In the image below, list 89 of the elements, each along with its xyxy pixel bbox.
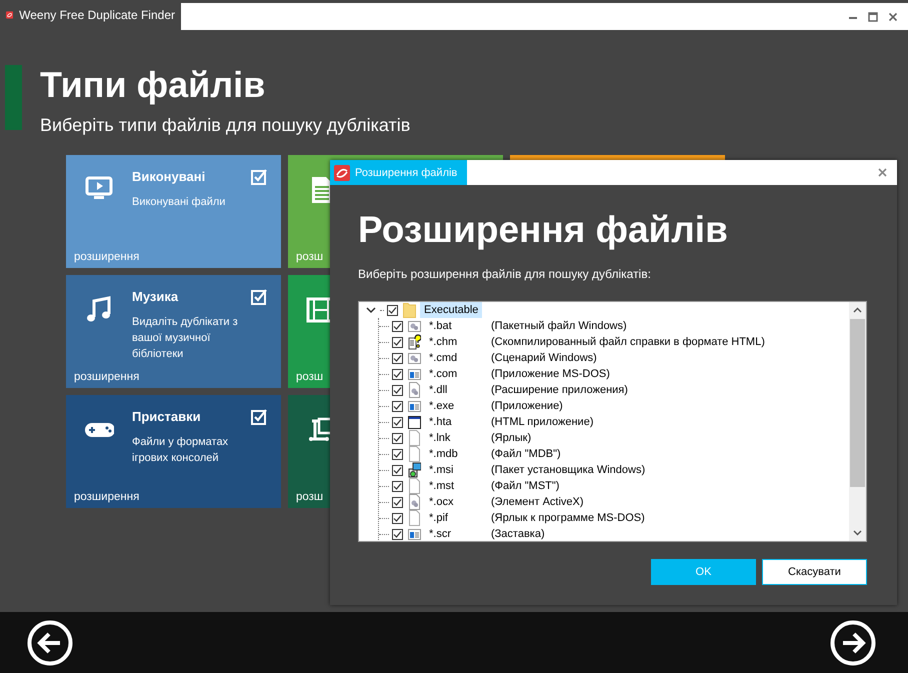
tile-title: Приставки bbox=[132, 409, 201, 424]
file-description: (Расширение приложения) bbox=[491, 384, 628, 396]
file-extension[interactable]: *.mst bbox=[429, 480, 491, 492]
tile-description: Файли у форматах ігрових консолей bbox=[132, 435, 230, 466]
cancel-button[interactable]: Скасувати bbox=[762, 559, 867, 585]
scroll-up-icon[interactable] bbox=[853, 306, 862, 315]
app-icon bbox=[334, 164, 350, 180]
checkbox[interactable] bbox=[392, 512, 403, 524]
dialog-instruction: Виберіть розширення файлів для пошуку дублікатів: bbox=[358, 267, 652, 281]
file-extension[interactable]: *.chm bbox=[429, 336, 491, 348]
dialog-heading: Розширення файлів bbox=[358, 209, 729, 251]
checkbox[interactable] bbox=[392, 320, 403, 332]
file-description: (Приложение MS-DOS) bbox=[491, 368, 610, 380]
help-file-icon bbox=[408, 334, 421, 350]
next-button[interactable] bbox=[830, 620, 876, 666]
checkbox[interactable] bbox=[387, 304, 398, 316]
category-tile[interactable]: Приставки Файли у форматах ігрових консолей розширення bbox=[66, 395, 281, 508]
file-extension[interactable]: *.lnk bbox=[429, 432, 491, 444]
extensions-link[interactable]: розш bbox=[288, 371, 324, 388]
folder-icon bbox=[403, 302, 416, 318]
checkbox[interactable] bbox=[392, 416, 403, 428]
file-extension[interactable]: *.hta bbox=[429, 416, 491, 428]
extensions-link[interactable]: розширення bbox=[66, 371, 140, 388]
file-extension[interactable]: *.cmd bbox=[429, 352, 491, 364]
gears-file-icon bbox=[408, 350, 421, 366]
file-extension[interactable]: *.msi bbox=[429, 464, 491, 476]
file-description: (Файл "MDB") bbox=[491, 448, 561, 460]
dialog-title: Розширення файлів bbox=[355, 166, 458, 178]
file-extension[interactable]: *.scr bbox=[429, 528, 491, 540]
category-tile[interactable]: Музика Видаліть дублікати з вашої музичної бібліотеки розширення bbox=[66, 275, 281, 388]
category-tile[interactable] bbox=[510, 155, 725, 160]
file-extension[interactable]: *.bat bbox=[429, 320, 491, 332]
checkbox[interactable] bbox=[392, 336, 403, 348]
installer-icon bbox=[408, 462, 421, 478]
tree-item[interactable]: Executable bbox=[420, 302, 482, 318]
file-extension[interactable]: *.pif bbox=[429, 512, 491, 524]
maximize-icon[interactable] bbox=[868, 12, 878, 22]
file-description: (Пакетный файл Windows) bbox=[491, 320, 627, 332]
window-title: Weeny Free Duplicate Finder bbox=[19, 8, 175, 22]
page-subtitle: Виберіть типи файлів для пошуку дублікатів bbox=[40, 115, 410, 136]
blank-file-icon bbox=[408, 478, 421, 494]
file-description: (Пакет установщика Windows) bbox=[491, 464, 646, 476]
checkbox[interactable] bbox=[392, 464, 403, 476]
extensions-link[interactable]: розширення bbox=[66, 491, 140, 508]
close-icon[interactable] bbox=[888, 12, 898, 22]
file-description: (Приложение) bbox=[491, 400, 563, 412]
file-description: (Сценарий Windows) bbox=[491, 352, 597, 364]
window-icon bbox=[408, 414, 421, 430]
file-description: (Элемент ActiveX) bbox=[491, 496, 584, 508]
tile-title: Музика bbox=[132, 289, 178, 304]
extensions-link[interactable]: розш bbox=[288, 491, 324, 508]
accent-bar bbox=[5, 65, 22, 130]
scroll-down-icon[interactable] bbox=[853, 528, 862, 537]
checkbox[interactable] bbox=[392, 528, 403, 540]
back-button[interactable] bbox=[27, 620, 73, 666]
checkbox[interactable] bbox=[392, 480, 403, 492]
file-description: (Скомпилированный файл справки в формате HTML) bbox=[491, 336, 765, 348]
file-extension[interactable]: *.com bbox=[429, 368, 491, 380]
file-extension[interactable]: *.mdb bbox=[429, 448, 491, 460]
file-description: (Ярлык к программе MS-DOS) bbox=[491, 512, 645, 524]
file-description: (Ярлык) bbox=[491, 432, 532, 444]
application-icon bbox=[408, 366, 421, 382]
file-description: (Заставка) bbox=[491, 528, 545, 540]
checkbox[interactable] bbox=[392, 368, 403, 380]
page-title: Типи файлів bbox=[40, 65, 266, 105]
checkbox[interactable] bbox=[392, 448, 403, 460]
blank-file-icon bbox=[408, 510, 421, 526]
gears-file-icon bbox=[408, 382, 421, 398]
blank-file-icon bbox=[408, 430, 421, 446]
file-description: (Файл "MST") bbox=[491, 480, 560, 492]
scroll-thumb[interactable] bbox=[850, 319, 865, 487]
scrollbar[interactable] bbox=[849, 302, 866, 541]
checkbox[interactable] bbox=[392, 432, 403, 444]
checkbox[interactable] bbox=[392, 496, 403, 508]
file-extension[interactable]: *.dll bbox=[429, 384, 491, 396]
checkbox[interactable] bbox=[392, 400, 403, 412]
gears-file-icon bbox=[408, 494, 421, 510]
tile-description: Виконувані файли bbox=[132, 195, 226, 210]
application-icon bbox=[408, 398, 421, 414]
tile-description: Видаліть дублікати з вашої музичної бібліотеки bbox=[132, 315, 239, 362]
checkbox[interactable] bbox=[392, 352, 403, 364]
file-extension[interactable]: *.exe bbox=[429, 400, 491, 412]
file-description: (HTML приложение) bbox=[491, 416, 594, 428]
tile-title: Виконувані bbox=[132, 169, 206, 184]
close-icon[interactable] bbox=[878, 168, 887, 177]
gears-file-icon bbox=[408, 318, 421, 334]
blank-file-icon bbox=[408, 446, 421, 462]
file-extension[interactable]: *.ocx bbox=[429, 496, 491, 508]
checkbox[interactable] bbox=[392, 384, 403, 396]
